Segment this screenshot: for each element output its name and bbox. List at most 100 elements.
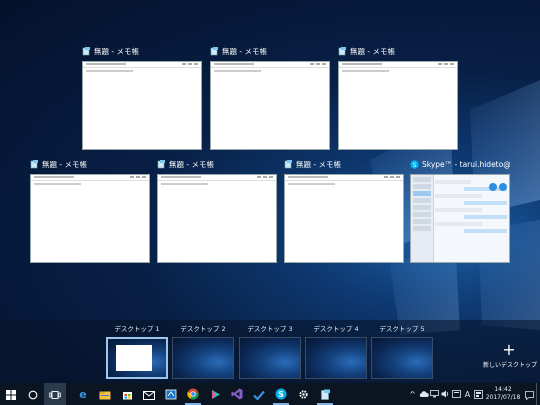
desktop-thumbnail (239, 337, 301, 379)
window-title: Skype™ - tarui.hideto@... (422, 160, 510, 169)
desktop-label: デスクトップ 4 (313, 325, 359, 333)
desktop-label: デスクトップ 5 (379, 325, 425, 333)
window-title: 無題 - メモ帳 (42, 160, 87, 169)
taskbar-app-explorer[interactable] (94, 383, 116, 405)
desktop-5[interactable]: デスクトップ 5 (371, 324, 433, 379)
notepad-icon (82, 47, 91, 56)
show-desktop-button[interactable] (536, 383, 540, 405)
window-preview (82, 61, 202, 150)
file-explorer-icon (99, 385, 111, 404)
window-title-bar: 無題 - メモ帳 (338, 45, 458, 58)
desktop-4[interactable]: デスクトップ 4 (305, 324, 367, 379)
window-thumbnail[interactable]: 無題 - メモ帳 (30, 158, 150, 263)
window-thumbnail[interactable]: 無題 - メモ帳 (338, 45, 458, 150)
desktop-thumbnail (305, 337, 367, 379)
notepad-icon (30, 160, 39, 169)
tray-overflow-chevron-icon[interactable]: ^ (407, 383, 418, 405)
window-preview (410, 174, 510, 263)
action-center-icon (524, 385, 534, 404)
taskbar-app-chrome[interactable] (182, 383, 204, 405)
taskbar-app-todo[interactable] (248, 383, 270, 405)
task-view: 無題 - メモ帳 無題 - メモ帳 無題 - メモ帳 無題 - メモ帳 無題 -… (0, 0, 540, 320)
window-preview (210, 61, 330, 150)
svg-text:S: S (413, 162, 417, 169)
system-tray: ^ A 14:42 2017/07/18 (407, 383, 540, 405)
window-title: 無題 - メモ帳 (296, 160, 341, 169)
window-title: 無題 - メモ帳 (222, 47, 267, 56)
ime-settings-icon[interactable] (473, 383, 484, 405)
window-preview (30, 174, 150, 263)
desktop-label: デスクトップ 2 (180, 325, 226, 333)
taskbar-app-cortana-notebook[interactable] (160, 383, 182, 405)
volume-icon[interactable] (440, 383, 451, 405)
taskbar-app-mail[interactable] (138, 383, 160, 405)
window-title-bar: S Skype™ - tarui.hideto@... (410, 158, 510, 171)
todo-check-icon (253, 385, 265, 404)
edge-icon: e (77, 385, 89, 404)
clock-date: 2017/07/18 (485, 394, 521, 401)
notepad-icon (157, 160, 166, 169)
taskbar-app-skype[interactable]: S (270, 383, 292, 405)
cortana-button[interactable] (22, 383, 44, 405)
cortana-notebook-icon (165, 385, 177, 404)
media-player-icon (210, 385, 221, 404)
taskbar-app-store[interactable] (116, 383, 138, 405)
window-thumbnail[interactable]: 無題 - メモ帳 (82, 45, 202, 150)
plus-icon: + (502, 340, 516, 359)
cortana-circle-icon (28, 385, 38, 404)
notepad-icon (320, 385, 331, 404)
notepad-icon (210, 47, 219, 56)
taskbar-app-media-player[interactable] (204, 383, 226, 405)
onedrive-icon[interactable] (418, 383, 429, 405)
window-title-bar: 無題 - メモ帳 (82, 45, 202, 58)
taskbar-app-edge[interactable]: e (72, 383, 94, 405)
clock-time: 14:42 (494, 386, 512, 393)
desktop-label: デスクトップ 1 (114, 325, 160, 333)
window-thumbnail-skype[interactable]: S Skype™ - tarui.hideto@... (410, 158, 510, 263)
chrome-icon (187, 385, 199, 404)
network-icon[interactable] (429, 383, 440, 405)
svg-text:e: e (79, 388, 86, 400)
window-title-bar: 無題 - メモ帳 (210, 45, 330, 58)
start-button[interactable] (0, 383, 22, 405)
desktop-thumbnail (371, 337, 433, 379)
new-desktop-button[interactable]: + 新しいデスクトップ (483, 340, 538, 370)
desktop-1[interactable]: デスクトップ 1 (106, 324, 168, 379)
taskbar-app-settings[interactable] (292, 383, 314, 405)
action-center-button[interactable] (522, 383, 536, 405)
skype-icon: S (275, 385, 287, 404)
desktop-2[interactable]: デスクトップ 2 (172, 324, 234, 379)
window-thumbnail[interactable]: 無題 - メモ帳 (210, 45, 330, 150)
svg-text:S: S (278, 390, 284, 399)
clock[interactable]: 14:42 2017/07/18 (484, 386, 522, 402)
notepad-icon (284, 160, 293, 169)
visual-studio-icon (231, 385, 243, 404)
mail-icon (143, 385, 155, 404)
desktop-thumbnail (172, 337, 234, 379)
desktop-thumbnail (106, 337, 168, 379)
window-preview (338, 61, 458, 150)
desktop-3[interactable]: デスクトップ 3 (239, 324, 301, 379)
window-preview (157, 174, 277, 263)
skype-icon: S (410, 160, 419, 169)
taskbar-app-notepad[interactable] (314, 383, 336, 405)
notepad-icon (338, 47, 347, 56)
window-title-bar: 無題 - メモ帳 (30, 158, 150, 171)
window-title: 無題 - メモ帳 (169, 160, 214, 169)
ime-mode-indicator[interactable]: A (462, 383, 473, 405)
settings-icon (298, 385, 309, 404)
new-desktop-label: 新しいデスクトップ (483, 362, 538, 369)
window-thumbnail[interactable]: 無題 - メモ帳 (157, 158, 277, 263)
taskbar: e S ^ A 14:42 2017/07/18 (0, 383, 540, 405)
window-thumbnail[interactable]: 無題 - メモ帳 (284, 158, 404, 263)
windows-logo-icon (6, 385, 16, 404)
desktop-label: デスクトップ 3 (247, 325, 293, 333)
window-preview (284, 174, 404, 263)
window-title: 無題 - メモ帳 (350, 47, 395, 56)
task-view-button[interactable] (44, 383, 66, 405)
taskbar-app-visual-studio[interactable] (226, 383, 248, 405)
store-icon (122, 385, 133, 404)
language-bar-icon[interactable] (451, 383, 462, 405)
window-title-bar: 無題 - メモ帳 (157, 158, 277, 171)
window-title: 無題 - メモ帳 (94, 47, 139, 56)
